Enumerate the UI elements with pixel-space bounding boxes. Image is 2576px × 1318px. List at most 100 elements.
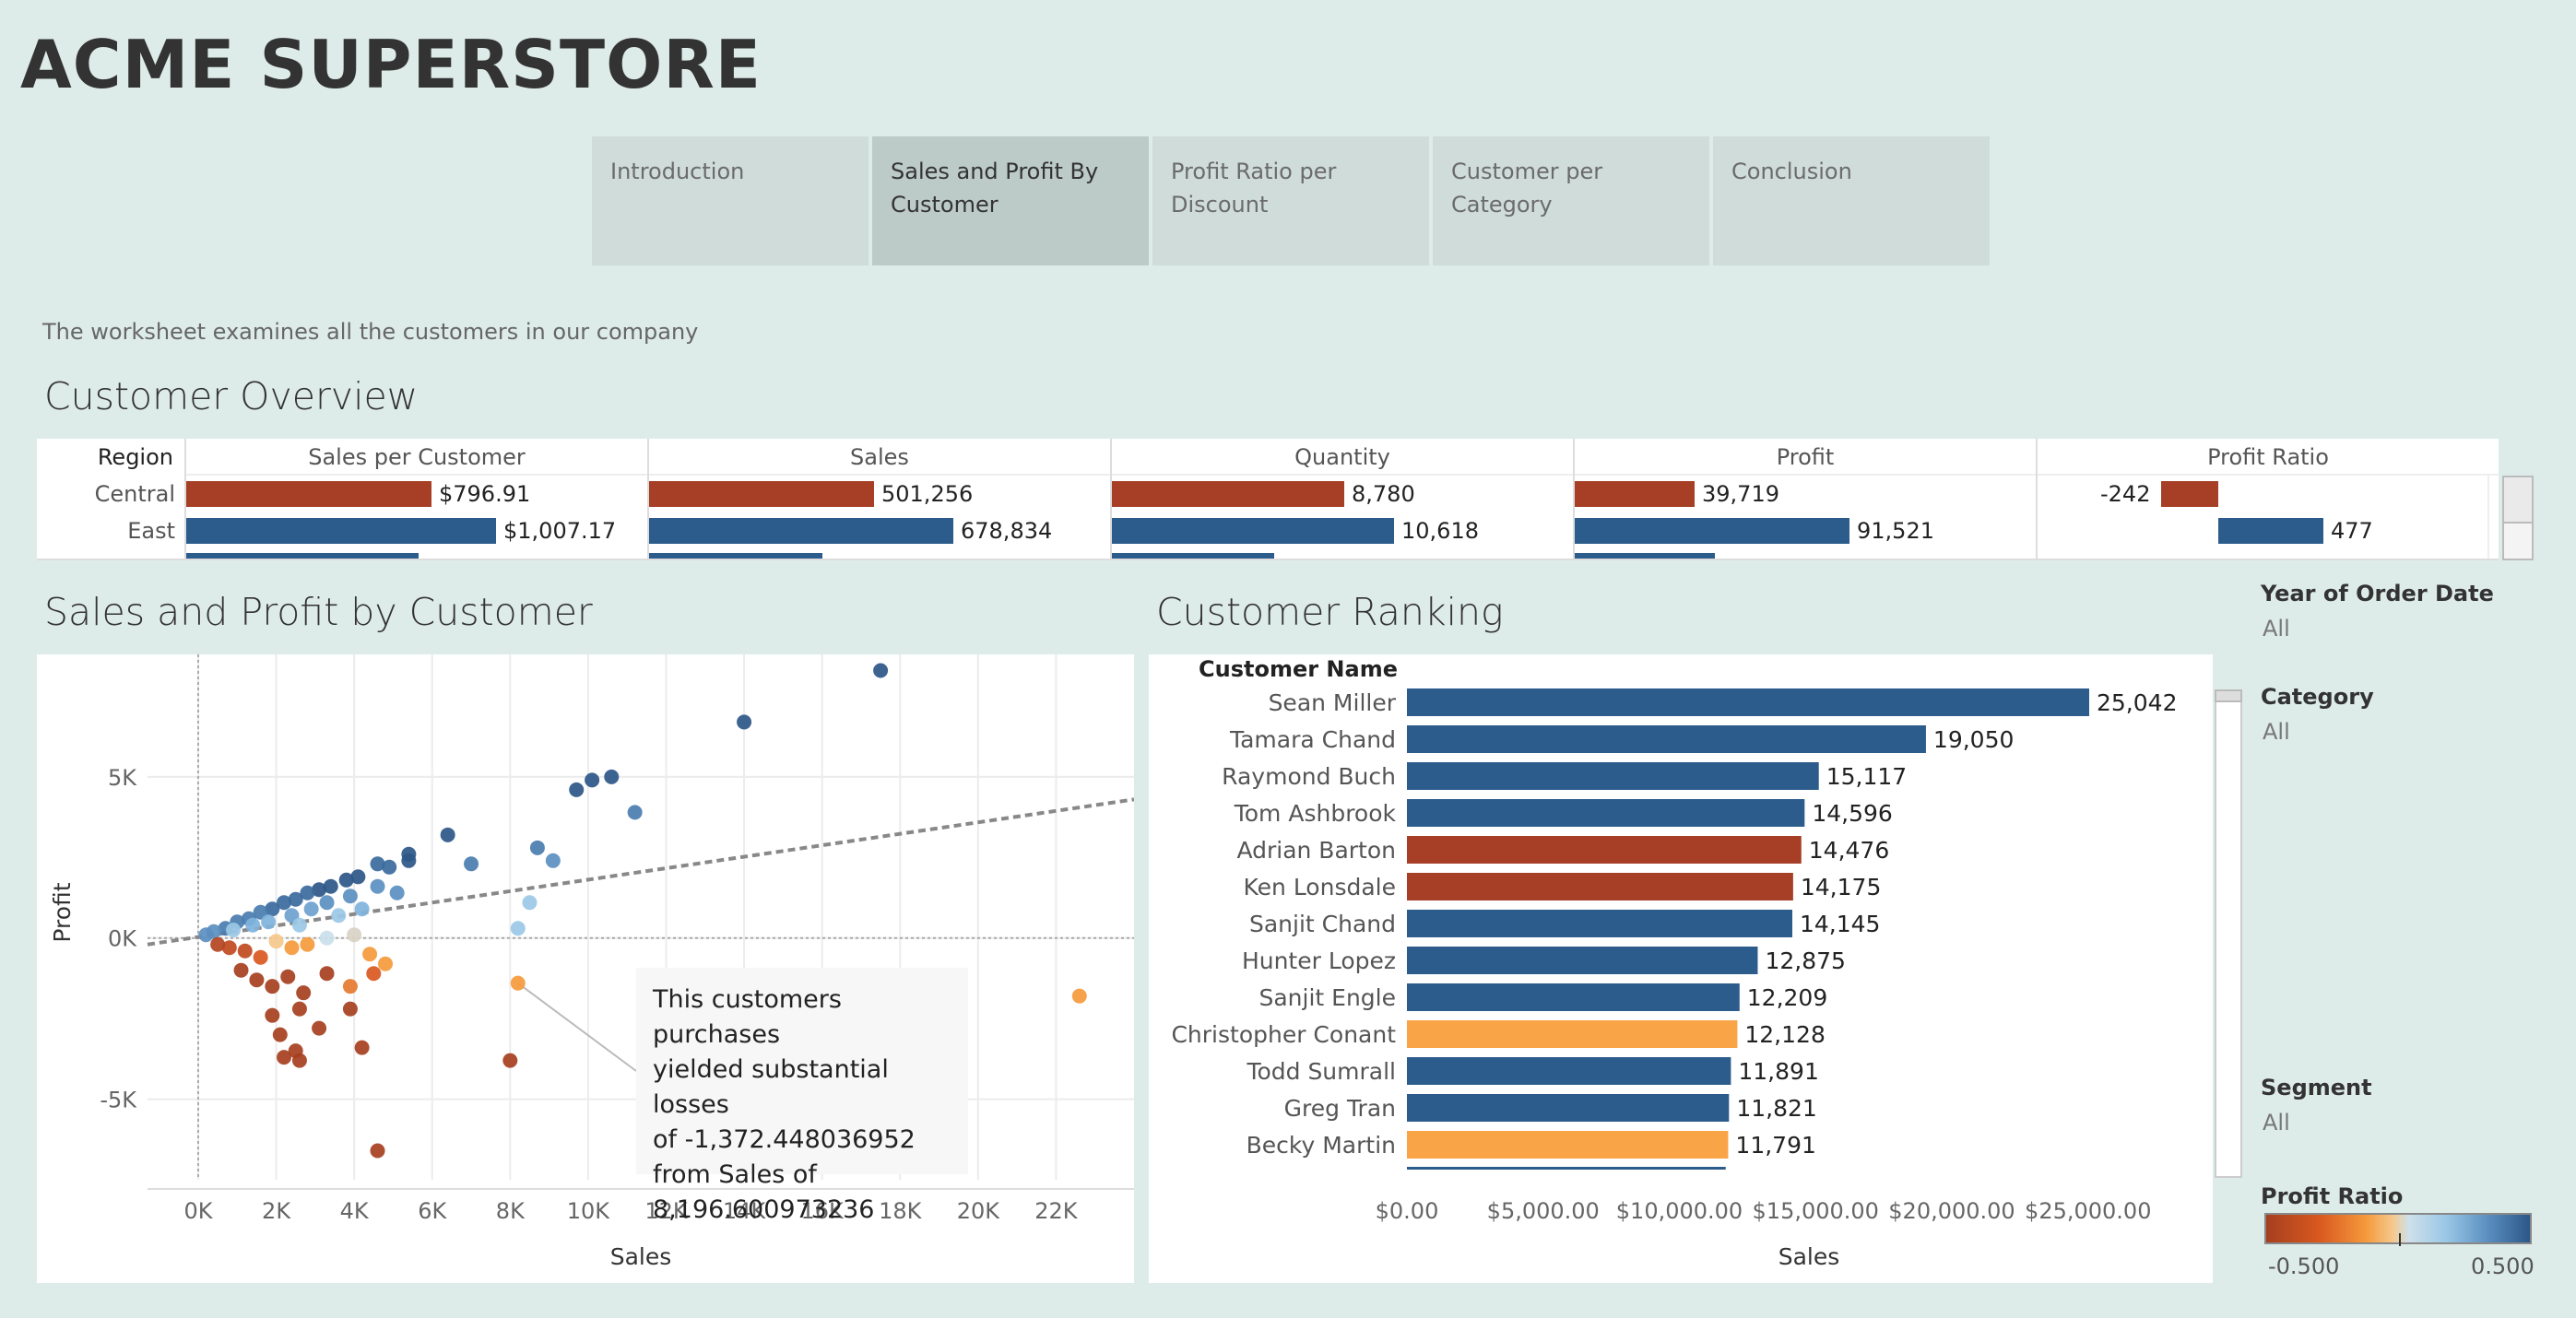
scatter-point (319, 930, 335, 946)
ranking-scrollbar[interactable] (2215, 689, 2242, 1178)
scatter-point (569, 782, 585, 797)
tab-profit-ratio-per-discount[interactable]: Profit Ratio per Discount (1152, 136, 1429, 265)
scatter-point (331, 908, 347, 924)
scatter-point (366, 966, 382, 982)
scatter-point (303, 901, 319, 917)
scatter-point (280, 969, 296, 984)
x-tick-label: 2K (262, 1198, 291, 1224)
scatter-point (319, 966, 335, 982)
ranking-panel[interactable]: Customer Name Sean Miller 25,042 Tamara Cha… (1149, 654, 2213, 1283)
scatter-point (268, 934, 284, 949)
scatter-point (529, 840, 545, 855)
scatter-point (265, 979, 280, 994)
bar-east (186, 518, 496, 544)
col-header: Sales per Customer (186, 439, 647, 476)
overview-title: Customer Overview (44, 374, 419, 418)
ranking-header: Customer Name (1199, 656, 1398, 682)
ranking-bar-label: 15,117 (1826, 763, 1907, 790)
bar-partial (1575, 553, 1715, 559)
scatter-point (1071, 988, 1087, 1004)
ranking-bar-label: 12,209 (1747, 984, 1827, 1011)
scatter-point (370, 878, 385, 894)
value-east: 477 (2331, 518, 2373, 544)
profit-ratio-legend (2264, 1213, 2532, 1244)
scatter-point (291, 1001, 307, 1017)
annotation-connector (517, 982, 637, 1072)
scatter-point (464, 856, 479, 872)
bar-partial (186, 553, 419, 559)
scatter-point (370, 1143, 385, 1159)
filter-category-label: Category (2261, 684, 2374, 710)
customer-name-label: Ken Lonsdale (1244, 874, 1397, 900)
scatter-point (347, 927, 362, 943)
ranking-bar (1407, 688, 2089, 716)
tooltip-line: This customers purchases (653, 985, 842, 1049)
app-title: ACME SUPERSTORE (20, 26, 762, 103)
customer-name-label: Hunter Lopez (1242, 947, 1396, 974)
ranking-bar-label: 14,175 (1801, 874, 1881, 900)
scatter-point (370, 856, 385, 872)
scatter-point (354, 1040, 370, 1055)
value-central: 8,780 (1352, 481, 1415, 507)
scatter-point (272, 1027, 288, 1042)
ranking-bar (1407, 1094, 1730, 1122)
scatter-point (502, 1053, 518, 1068)
tab-customer-per-category[interactable]: Customer per Category (1433, 136, 1709, 265)
col-header: Sales (649, 439, 1110, 476)
x-tick-label: 0K (183, 1198, 213, 1224)
customer-name-label: Adrian Barton (1236, 837, 1396, 864)
legend-marker (2399, 1233, 2401, 1246)
ranking-scroll-thumb[interactable] (2215, 689, 2242, 702)
overview-table[interactable]: Region Central East Sales per Customer $… (37, 439, 2499, 560)
scatter-point (245, 917, 261, 933)
col-sales-per-customer: Sales per Customer $796.91 $1,007.17 (184, 439, 647, 559)
ranking-chart[interactable]: Customer Name Sean Miller 25,042 Tamara Cha… (1149, 654, 2213, 1283)
y-tick-label: -5K (100, 1088, 137, 1113)
tab-sales-and-profit[interactable]: Sales and Profit By Customer (872, 136, 1149, 265)
overview-scroll-thumb[interactable] (2502, 476, 2534, 524)
bar-east (649, 518, 953, 544)
scatter-point (226, 922, 242, 937)
filter-segment-value[interactable]: All (2263, 1110, 2290, 1136)
tab-conclusion[interactable]: Conclusion (1713, 136, 1990, 265)
ranking-bar-label: 11,821 (1736, 1095, 1816, 1122)
x-tick-label: $15,000.00 (1753, 1198, 1879, 1224)
ranking-bar-label: 12,875 (1765, 947, 1845, 974)
scatter-point (291, 1053, 307, 1068)
value-central: -242 (2100, 481, 2151, 507)
customer-name-label: Tom Ashbrook (1234, 800, 1397, 827)
scatter-point (296, 985, 312, 1001)
scatter-point (210, 936, 226, 952)
ranking-bar (1407, 836, 1802, 864)
legend-min: -0.500 (2268, 1253, 2340, 1279)
bar-east (1112, 518, 1394, 544)
customer-name-label: Tamara Chand (1229, 726, 1396, 753)
tooltip-line: from Sales of (653, 1160, 817, 1189)
scatter-panel[interactable]: 0K 2K 4K 6K 8K 10K 12K 14K 16K 18K 20K 22K 5K 0K -5K Sa… (37, 654, 1135, 1283)
filter-year-value[interactable]: All (2263, 616, 2290, 641)
y-tick-label: 0K (108, 926, 137, 952)
scatter-point (737, 714, 752, 730)
scatter-point (249, 972, 265, 988)
tooltip-line: yielded substantial losses (653, 1055, 889, 1119)
ranking-bar (1407, 983, 1740, 1011)
scatter-point (237, 943, 253, 959)
bar-central (1575, 481, 1695, 507)
x-tick-label: $10,000.00 (1616, 1198, 1743, 1224)
scatter-point (300, 936, 315, 952)
x-tick-label: $20,000.00 (1888, 1198, 2015, 1224)
col-header: Quantity (1112, 439, 1573, 476)
bar-east (1575, 518, 1849, 544)
scatter-point (545, 853, 561, 868)
ranking-bar-label: 12,128 (1744, 1021, 1825, 1048)
filter-category-value[interactable]: All (2263, 719, 2290, 745)
tab-introduction[interactable]: Introduction (592, 136, 869, 265)
scatter-point (354, 901, 370, 917)
customer-name-label: Sanjit Engle (1258, 984, 1396, 1011)
scatter-chart[interactable]: 0K 2K 4K 6K 8K 10K 12K 14K 16K 18K 20K 22K5K0K-5KSa… (37, 654, 1135, 1283)
x-tick-label: $0.00 (1376, 1198, 1439, 1224)
value-central: 501,256 (881, 481, 974, 507)
scatter-point (522, 895, 538, 911)
ranking-bar-label: 11,891 (1738, 1058, 1818, 1085)
scatter-point (627, 805, 643, 820)
